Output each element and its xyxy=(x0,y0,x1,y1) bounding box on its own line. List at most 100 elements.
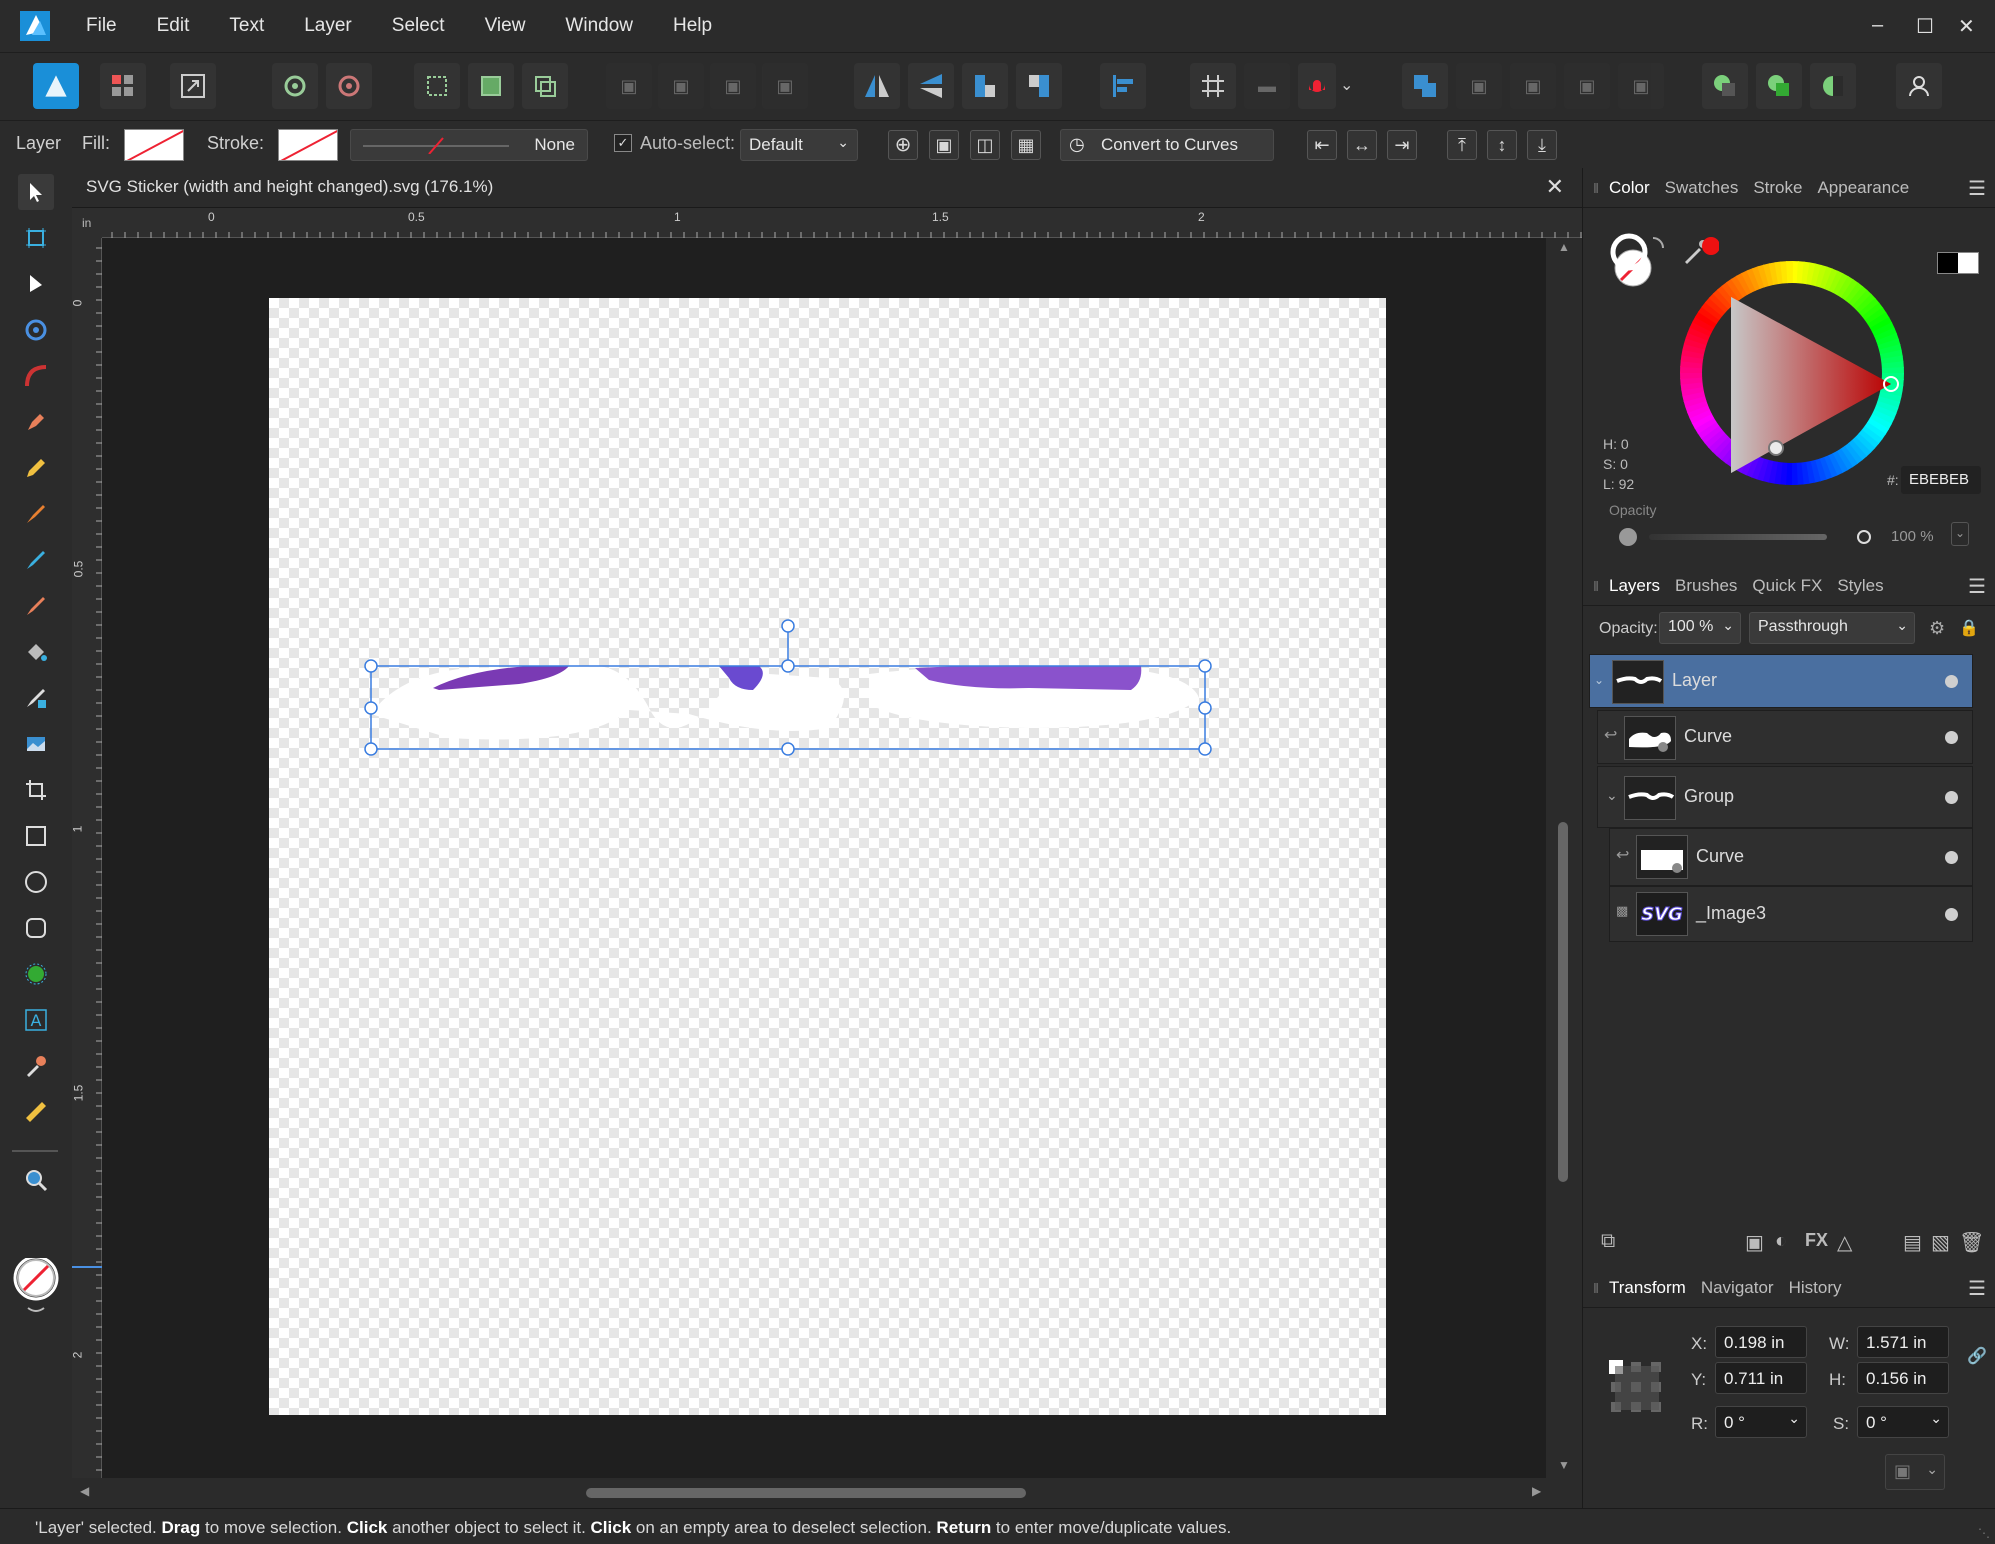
transform-options-button[interactable]: ▣ ⌄ xyxy=(1885,1454,1945,1490)
xor-boolean-button[interactable]: ▣ xyxy=(1564,63,1610,109)
rectangle-tool[interactable] xyxy=(18,818,54,854)
vector-brush-tool[interactable] xyxy=(18,496,54,532)
export-persona-button[interactable] xyxy=(170,63,216,109)
paint-brush-tool[interactable] xyxy=(18,588,54,624)
align-top-button[interactable]: ⤒ xyxy=(1447,130,1477,160)
vertical-ruler[interactable]: 0 0.5 1 1.5 2 xyxy=(70,238,102,1478)
show-bounding-box-button[interactable]: ▣ xyxy=(929,130,959,160)
intersect-boolean-button[interactable]: ▣ xyxy=(1510,63,1556,109)
rotate-right-button[interactable] xyxy=(1016,63,1062,109)
account-button[interactable] xyxy=(1896,63,1942,109)
tab-history[interactable]: History xyxy=(1789,1278,1842,1298)
layer-row-layer[interactable]: ⌄ Layer xyxy=(1589,654,1973,708)
chevron-down-icon[interactable]: ⌄ xyxy=(1340,75,1353,95)
shear-input[interactable]: 0 ° ⌄ xyxy=(1857,1406,1949,1438)
menu-edit[interactable]: Edit xyxy=(157,15,190,37)
snapping-button[interactable] xyxy=(1190,63,1236,109)
align-bottom-button[interactable]: ⤓ xyxy=(1527,130,1557,160)
live-filter-icon[interactable]: △ xyxy=(1837,1230,1852,1255)
layer-settings-gear-icon[interactable]: ⚙ xyxy=(1929,618,1945,639)
menu-view[interactable]: View xyxy=(485,15,526,37)
pixel-persona-button[interactable] xyxy=(100,63,146,109)
layer-row-image3[interactable]: ▩ SVG _Image3 xyxy=(1609,886,1973,942)
fill-stroke-selector[interactable] xyxy=(10,1255,60,1318)
tab-styles[interactable]: Styles xyxy=(1837,576,1883,596)
close-document-icon[interactable]: ✕ xyxy=(1546,174,1564,200)
fill-tool[interactable] xyxy=(18,542,54,578)
transparency-tool[interactable] xyxy=(18,680,54,716)
move-tool[interactable] xyxy=(18,174,54,210)
expand-chevron-icon[interactable]: ⌄ xyxy=(1594,673,1604,687)
artistic-text-tool[interactable]: A xyxy=(18,1002,54,1038)
align-left-button[interactable]: ⇤ xyxy=(1307,130,1337,160)
ellipse-tool[interactable] xyxy=(18,864,54,900)
rounded-rectangle-tool[interactable] xyxy=(18,910,54,946)
transform-objects-separately-button[interactable]: ▦ xyxy=(1011,130,1041,160)
stroke-swatch[interactable] xyxy=(278,129,338,161)
artboard[interactable] xyxy=(269,298,1386,1415)
tab-navigator[interactable]: Navigator xyxy=(1701,1278,1774,1298)
resize-grip-icon[interactable]: ⋱ xyxy=(1978,1526,1990,1540)
invert-selection-button[interactable] xyxy=(522,63,568,109)
menu-layer[interactable]: Layer xyxy=(304,15,352,37)
expand-chevron-icon[interactable]: ⌄ xyxy=(1606,787,1618,804)
flip-vertical-button[interactable] xyxy=(908,63,954,109)
artboard-tool[interactable] xyxy=(18,220,54,256)
tab-appearance[interactable]: Appearance xyxy=(1817,178,1909,198)
shape-tool[interactable] xyxy=(18,956,54,992)
tab-swatches[interactable]: Swatches xyxy=(1665,178,1739,198)
color-wheel[interactable] xyxy=(1679,260,1905,486)
rotate-left-button[interactable] xyxy=(962,63,1008,109)
align-right-button[interactable]: ⇥ xyxy=(1387,130,1417,160)
fill-bucket-tool[interactable] xyxy=(18,634,54,670)
align-middle-button[interactable]: ↕ xyxy=(1487,130,1517,160)
move-back-one-button[interactable]: ▣ xyxy=(658,63,704,109)
tab-color[interactable]: Color xyxy=(1609,178,1650,198)
anchor-point-selector[interactable] xyxy=(1607,1358,1665,1416)
tab-quick-fx[interactable]: Quick FX xyxy=(1752,576,1822,596)
menu-help[interactable]: Help xyxy=(673,15,712,37)
opacity-slider-handle[interactable] xyxy=(1857,530,1871,544)
menu-text[interactable]: Text xyxy=(229,15,264,37)
visibility-toggle[interactable] xyxy=(1945,731,1958,744)
mask-layer-icon[interactable]: ▣ xyxy=(1745,1230,1764,1255)
menu-file[interactable]: File xyxy=(86,15,117,37)
panel-grip-icon[interactable]: ‖ xyxy=(1583,1280,1609,1296)
scroll-up-icon[interactable]: ▲ xyxy=(1558,240,1570,254)
fill-swatch[interactable] xyxy=(124,129,184,161)
tab-brushes[interactable]: Brushes xyxy=(1675,576,1737,596)
fx-icon[interactable]: FX xyxy=(1805,1230,1828,1251)
convert-to-curves-button[interactable]: ◷ Convert to Curves xyxy=(1060,129,1274,161)
layer-opacity-dropdown[interactable]: 100 % ⌄ xyxy=(1659,612,1741,644)
pen-tool[interactable] xyxy=(18,404,54,440)
close-window-icon[interactable]: ✕ xyxy=(1958,14,1975,39)
visibility-toggle[interactable] xyxy=(1945,791,1958,804)
scroll-left-icon[interactable]: ◀ xyxy=(80,1484,89,1498)
opacity-dropdown[interactable]: ⌄ xyxy=(1951,522,1969,546)
subtract-boolean-button[interactable]: ▣ xyxy=(1456,63,1502,109)
layer-stack-icon[interactable]: ⧉ xyxy=(1601,1230,1615,1253)
x-position-input[interactable]: 0.198 in xyxy=(1715,1326,1807,1358)
visibility-toggle[interactable] xyxy=(1945,908,1958,921)
horizontal-scroll-thumb[interactable] xyxy=(586,1488,1026,1498)
snapping-toggle-button[interactable]: ▬ xyxy=(1244,63,1290,109)
trash-icon[interactable]: 🗑 xyxy=(1959,1230,1984,1255)
fill-stroke-swatch-icon[interactable] xyxy=(1609,230,1671,292)
minimize-icon[interactable]: – xyxy=(1872,14,1883,37)
crop-tool[interactable] xyxy=(18,772,54,808)
document-tab[interactable]: SVG Sticker (width and height changed).s… xyxy=(72,168,1582,208)
adjustment-layer-icon[interactable]: ◐ xyxy=(1775,1230,1787,1253)
hamburger-menu-icon[interactable]: ☰ xyxy=(1968,1276,1986,1301)
hex-input[interactable]: EBEBEB xyxy=(1901,466,1981,494)
tab-layers[interactable]: Layers xyxy=(1609,576,1660,596)
tab-transform[interactable]: Transform xyxy=(1609,1278,1686,1298)
node-tool[interactable] xyxy=(18,266,54,302)
corner-tool[interactable] xyxy=(18,358,54,394)
add-pixel-layer-icon[interactable]: ▧ xyxy=(1931,1230,1950,1255)
y-position-input[interactable]: 0.711 in xyxy=(1715,1362,1807,1394)
select-all-button[interactable] xyxy=(414,63,460,109)
zoom-tool[interactable] xyxy=(18,1162,54,1198)
insert-top-button[interactable] xyxy=(1756,63,1802,109)
magnet-snapping-button[interactable] xyxy=(1298,63,1336,109)
insert-behind-button[interactable] xyxy=(1810,63,1856,109)
